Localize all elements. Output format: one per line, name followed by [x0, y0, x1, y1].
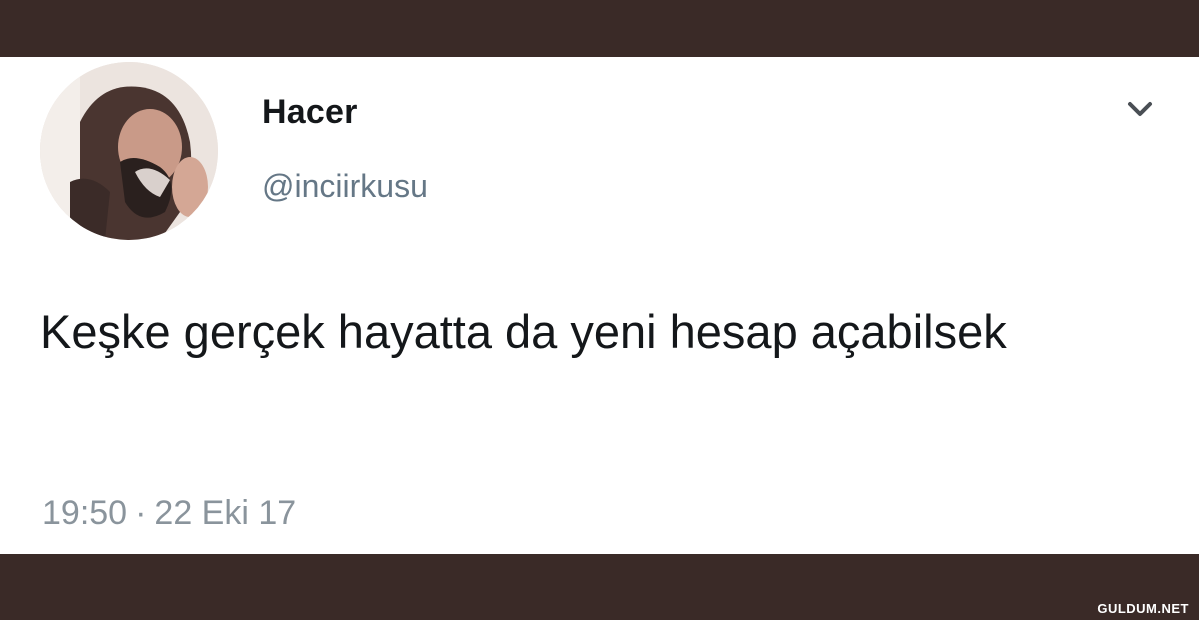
chevron-down-icon: [1128, 102, 1152, 116]
user-handle[interactable]: @inciirkusu: [262, 168, 428, 205]
tweet-card: Hacer @inciirkusu Keşke gerçek hayatta d…: [0, 57, 1199, 554]
tweet-timestamp[interactable]: 19:50 · 22 Eki 17: [42, 494, 296, 533]
meta-separator: ·: [135, 494, 147, 532]
tweet-time: 19:50: [42, 494, 128, 532]
avatar[interactable]: [40, 62, 218, 240]
tweet-menu-button[interactable]: [1122, 94, 1158, 124]
tweet-text: Keşke gerçek hayatta da yeni hesap açabi…: [40, 305, 1007, 358]
display-name[interactable]: Hacer: [262, 93, 358, 132]
watermark: GULDUM.NET: [1097, 601, 1189, 616]
profile-photo: [40, 62, 218, 240]
tweet-date: 22 Eki 17: [154, 494, 297, 532]
image-frame: Hacer @inciirkusu Keşke gerçek hayatta d…: [0, 0, 1199, 620]
